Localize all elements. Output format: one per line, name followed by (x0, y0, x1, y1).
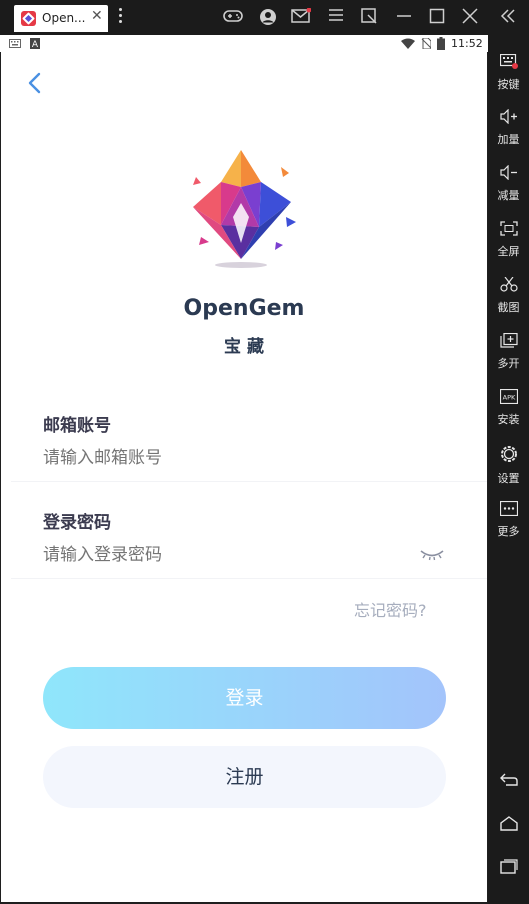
sidebar-item-fullscreen[interactable]: 全屏 (488, 221, 529, 259)
minimize-icon[interactable] (393, 8, 415, 28)
gear-icon (500, 446, 517, 462)
sidebar-label: 减量 (497, 189, 520, 202)
password-input[interactable] (43, 542, 403, 568)
collapse-sidebar-icon[interactable] (497, 8, 519, 28)
close-window-icon[interactable] (459, 8, 481, 28)
sidebar-item-more[interactable]: 更多 (488, 501, 529, 539)
email-divider (11, 481, 487, 482)
sidebar-label: 多开 (497, 357, 520, 370)
tab-title: Open... (42, 11, 86, 25)
window-resize-icon[interactable] (358, 8, 380, 28)
keyboard-icon (499, 54, 518, 69)
chevron-left-icon (28, 72, 41, 94)
sidebar-item-keymap[interactable]: 按键 (488, 54, 529, 92)
more-icon (499, 501, 518, 516)
login-button[interactable]: 登录 (43, 667, 446, 729)
sidebar-item-screenshot[interactable]: 截图 (488, 277, 529, 315)
app-tab-icon (21, 11, 36, 26)
svg-text:APK: APK (502, 394, 515, 402)
forgot-password-link[interactable]: 忘记密码? (354, 597, 427, 621)
sidebar-label: 按键 (497, 78, 520, 91)
apk-icon: APK (499, 389, 518, 404)
emulator-sidebar: 按键 加量 减量 全屏 截图 多开 APK 安装 设置 更多 (488, 35, 529, 904)
eye-closed-icon (420, 550, 444, 561)
sidebar-item-volume-up[interactable]: 加量 (488, 109, 529, 147)
volume-up-icon (499, 109, 517, 124)
menu-icon[interactable] (325, 8, 347, 26)
sidebar-label: 设置 (497, 472, 520, 485)
volume-down-icon (499, 165, 517, 180)
back-arrow-icon (499, 773, 518, 786)
app-subtitle: 宝 藏 (224, 337, 264, 357)
sidebar-label: 安装 (497, 413, 520, 426)
android-status-bar: A 11:52 (0, 35, 488, 52)
home-icon (499, 816, 518, 831)
svg-text:A: A (32, 40, 39, 49)
tab-close-button[interactable]: ✕ (91, 8, 103, 24)
sidebar-item-install-apk[interactable]: APK 安装 (488, 389, 529, 427)
account-icon[interactable] (257, 8, 279, 30)
sidebar-label: 截图 (497, 301, 520, 314)
opengem-logo (181, 147, 301, 272)
toggle-password-visibility[interactable] (419, 546, 447, 562)
recents-icon (499, 859, 518, 874)
android-back-button[interactable] (488, 772, 529, 791)
password-divider (11, 578, 487, 579)
android-home-button[interactable] (488, 816, 529, 835)
keyboard-status-icon (9, 39, 21, 48)
app-name: OpenGem (183, 296, 305, 321)
password-label: 登录密码 (43, 513, 111, 533)
app-tab[interactable]: Open... ✕ (14, 5, 108, 32)
sidebar-label: 加量 (497, 133, 520, 146)
battery-icon (437, 37, 445, 50)
sidebar-item-settings[interactable]: 设置 (488, 445, 529, 486)
email-input[interactable] (43, 445, 443, 471)
a-status-icon: A (30, 38, 40, 49)
sidebar-item-volume-down[interactable]: 减量 (488, 165, 529, 203)
email-label: 邮箱账号 (43, 416, 111, 436)
app-screen: OpenGem 宝 藏 邮箱账号 登录密码 忘记密码? 登录 注册 (1, 52, 487, 902)
maximize-icon[interactable] (426, 8, 448, 28)
sidebar-label: 更多 (497, 525, 520, 538)
android-recents-button[interactable] (488, 859, 529, 878)
emulator-title-bar: Open... ✕ (0, 0, 529, 35)
scissors-icon (499, 277, 518, 292)
sidebar-label: 全屏 (497, 245, 520, 258)
tab-menu-icon[interactable] (119, 8, 123, 26)
mail-icon[interactable] (290, 7, 312, 28)
sidebar-item-multi-instance[interactable]: 多开 (488, 333, 529, 371)
no-sim-icon (421, 38, 431, 49)
gamepad-icon[interactable] (222, 8, 244, 28)
fullscreen-icon (499, 221, 518, 236)
register-button[interactable]: 注册 (43, 746, 446, 808)
status-time: 11:52 (451, 37, 483, 50)
back-button[interactable] (25, 72, 45, 94)
multi-instance-icon (499, 333, 518, 348)
wifi-icon (401, 38, 415, 49)
